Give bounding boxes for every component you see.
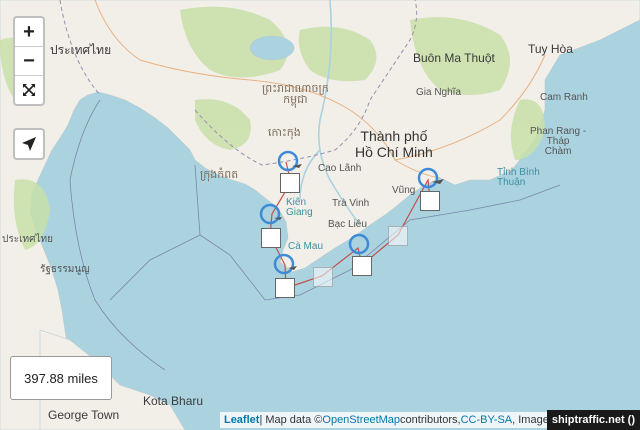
label-ca-mau: Cà Mau bbox=[288, 241, 324, 252]
label-ho-chi-minh: Thành phố Hồ Chí Minh bbox=[355, 128, 433, 161]
source-badge: shiptraffic.net () bbox=[546, 410, 640, 430]
position-marker[interactable] bbox=[420, 191, 440, 211]
zoom-out-button[interactable]: − bbox=[15, 47, 43, 76]
fullscreen-icon bbox=[23, 84, 35, 96]
label-cao-lanh: Cao Lãnh bbox=[318, 163, 362, 174]
position-marker[interactable] bbox=[280, 173, 300, 193]
license-link[interactable]: CC-BY-SA bbox=[461, 414, 513, 426]
label-khmer-kampot: ក្រុងកំពត bbox=[200, 169, 239, 181]
label-thai-west-2: รัฐธรรมนูญ bbox=[40, 264, 90, 275]
zoom-in-button[interactable]: + bbox=[15, 18, 43, 47]
position-marker[interactable] bbox=[275, 278, 295, 298]
attribution-text-2: contributors, bbox=[400, 414, 461, 426]
label-tra-vinh: Trà Vinh bbox=[332, 198, 370, 209]
label-phan-rang: Phan Rang - Tháp Chàm bbox=[530, 126, 587, 157]
label-buon-ma-thuot: Buôn Ma Thuột bbox=[413, 51, 495, 65]
locate-arrow-icon bbox=[22, 137, 36, 151]
label-thailand: ประเทศไทย bbox=[50, 43, 112, 57]
zoom-control: + − bbox=[13, 16, 45, 106]
label-binh-thuan: Tỉnh Bình Thuận bbox=[497, 167, 540, 188]
label-kota-bharu: Kota Bharu bbox=[143, 394, 204, 408]
position-marker-faded[interactable] bbox=[388, 226, 408, 246]
label-cambodia: ព្រះរាជាណាចក្រ កម្ពុជា bbox=[262, 83, 329, 106]
locate-button[interactable] bbox=[13, 128, 45, 160]
position-marker[interactable] bbox=[352, 256, 372, 276]
label-cam-ranh: Cam Ranh bbox=[540, 92, 588, 103]
label-khmer-koh-kong: កោះកុង bbox=[268, 127, 301, 139]
tonle-sap-lake bbox=[249, 35, 295, 61]
attribution-text-1: | Map data © bbox=[259, 414, 323, 426]
attribution: Leaflet | Map data © OpenStreetMap contr… bbox=[219, 412, 562, 428]
label-vung-tau: Vũng bbox=[392, 185, 416, 196]
map-view[interactable]: ประเทศไทย Buôn Ma Thuột Tuy Hòa Gia Nghĩ… bbox=[0, 0, 640, 430]
leaflet-link[interactable]: Leaflet bbox=[224, 414, 259, 426]
distance-readout: 397.88 miles bbox=[10, 356, 112, 400]
label-thai-west-1: ประเทศไทย bbox=[2, 234, 53, 245]
label-kien-giang: Kiên Giang bbox=[286, 197, 313, 218]
fullscreen-button[interactable] bbox=[15, 76, 43, 104]
label-gia-nghia: Gia Nghĩa bbox=[416, 87, 462, 98]
osm-link[interactable]: OpenStreetMap bbox=[322, 414, 400, 426]
label-george-town: George Town bbox=[48, 408, 120, 422]
label-bac-lieu: Bạc Liêu bbox=[328, 219, 367, 230]
position-marker[interactable] bbox=[261, 228, 281, 248]
label-tuy-hoa: Tuy Hòa bbox=[528, 42, 573, 56]
position-marker-faded[interactable] bbox=[313, 267, 333, 287]
